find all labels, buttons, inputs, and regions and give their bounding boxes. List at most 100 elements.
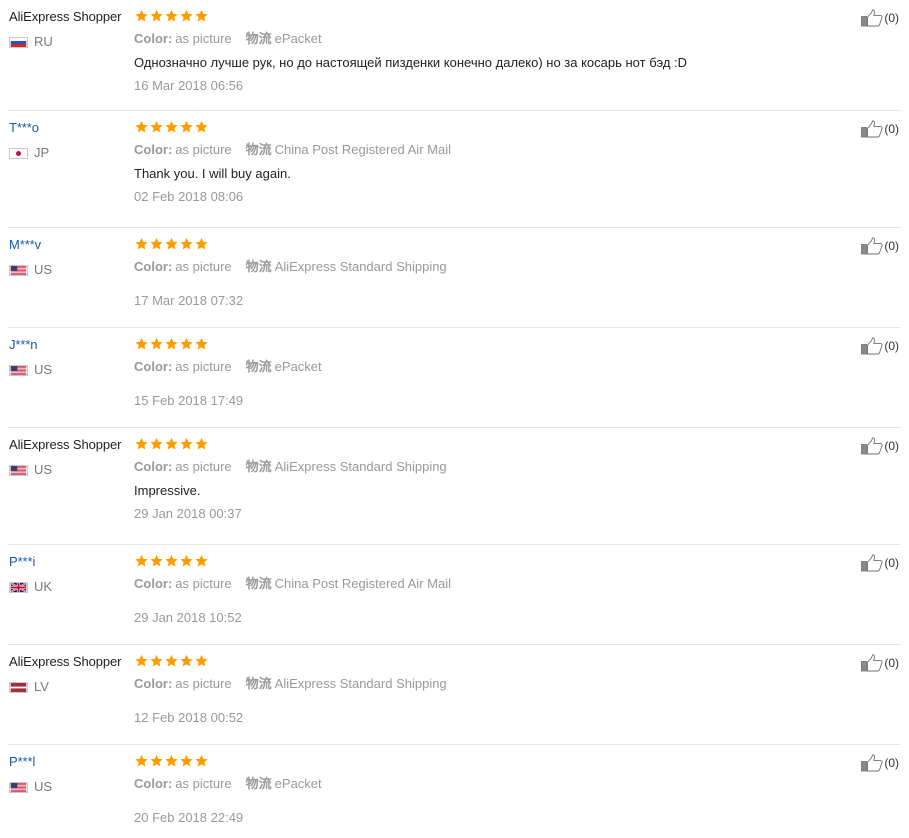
flag-uk-icon bbox=[9, 581, 28, 593]
flag-us-icon bbox=[9, 781, 28, 793]
reviewer-country: US bbox=[9, 363, 52, 377]
reviewer-country: LV bbox=[9, 680, 49, 694]
color-value: as picture bbox=[175, 776, 232, 791]
reviewer-name: P***i bbox=[9, 554, 36, 569]
star-icon bbox=[180, 554, 193, 567]
color-label: Color: bbox=[134, 31, 173, 46]
logistics-label: 物流 bbox=[245, 31, 272, 46]
logistics-value: ePacket bbox=[274, 359, 322, 374]
flag-us-icon bbox=[9, 464, 28, 476]
country-code: US bbox=[34, 262, 53, 277]
helpful-button[interactable]: (0) bbox=[861, 120, 899, 138]
star-icon bbox=[150, 337, 163, 350]
star-icon bbox=[180, 237, 193, 250]
helpful-count: (0) bbox=[884, 556, 899, 570]
thumbs-up-icon[interactable] bbox=[861, 654, 883, 672]
logistics-value: AliExpress Standard Shipping bbox=[274, 459, 447, 474]
color-value: as picture bbox=[175, 359, 232, 374]
review-item: M***v US Color: as picture 物流 AliExpress Stan… bbox=[8, 228, 901, 328]
reviewer-name: P***l bbox=[9, 754, 36, 769]
logistics-label: 物流 bbox=[245, 576, 272, 591]
star-icon bbox=[150, 654, 163, 667]
star-icon bbox=[165, 437, 178, 450]
color-label: Color: bbox=[134, 259, 173, 274]
star-rating bbox=[134, 654, 209, 668]
logistics-label: 物流 bbox=[245, 259, 272, 274]
thumbs-up-icon[interactable] bbox=[861, 437, 883, 455]
helpful-button[interactable]: (0) bbox=[861, 9, 899, 27]
thumbs-up-icon[interactable] bbox=[861, 754, 883, 772]
color-label: Color: bbox=[134, 142, 173, 157]
review-item: T***o JP Color: as picture 物流 China Post Regi… bbox=[8, 111, 901, 228]
star-icon bbox=[150, 120, 163, 133]
reviewer-country: US bbox=[9, 780, 52, 794]
country-code: RU bbox=[34, 34, 53, 49]
reviewer-country: US bbox=[9, 463, 52, 477]
color-value: as picture bbox=[175, 459, 232, 474]
helpful-button[interactable]: (0) bbox=[861, 437, 899, 455]
star-icon bbox=[135, 120, 148, 133]
review-item: AliExpress Shopper US Color: as picture 物流 Al… bbox=[8, 428, 901, 545]
star-icon bbox=[150, 437, 163, 450]
helpful-count: (0) bbox=[884, 439, 899, 453]
star-icon bbox=[135, 654, 148, 667]
logistics-label: 物流 bbox=[245, 776, 272, 791]
reviewer-name: AliExpress Shopper bbox=[9, 437, 122, 452]
star-icon bbox=[135, 337, 148, 350]
helpful-button[interactable]: (0) bbox=[861, 554, 899, 572]
review-item: AliExpress Shopper RU Color: as picture 物流 eP… bbox=[8, 0, 901, 111]
helpful-count: (0) bbox=[884, 11, 899, 25]
reviewer-name: M***v bbox=[9, 237, 42, 252]
flag-ru-icon bbox=[9, 36, 28, 48]
star-icon bbox=[195, 337, 208, 350]
color-label: Color: bbox=[134, 676, 173, 691]
thumbs-up-icon[interactable] bbox=[861, 120, 883, 138]
reviewer-country: US bbox=[9, 263, 52, 277]
star-icon bbox=[150, 237, 163, 250]
country-code: US bbox=[34, 462, 53, 477]
color-value: as picture bbox=[175, 142, 232, 157]
helpful-button[interactable]: (0) bbox=[861, 654, 899, 672]
review-comment: Thank you. I will buy again. bbox=[134, 166, 291, 181]
reviewer-country: JP bbox=[9, 146, 49, 160]
star-icon bbox=[180, 9, 193, 22]
helpful-button[interactable]: (0) bbox=[861, 237, 899, 255]
star-icon bbox=[195, 654, 208, 667]
thumbs-up-icon[interactable] bbox=[861, 9, 883, 27]
star-rating bbox=[134, 237, 209, 251]
star-icon bbox=[150, 754, 163, 767]
review-item: P***i UK Color: as picture 物流 China Post Regi… bbox=[8, 545, 901, 645]
star-icon bbox=[180, 120, 193, 133]
color-label: Color: bbox=[134, 776, 173, 791]
thumbs-up-icon[interactable] bbox=[861, 337, 883, 355]
order-info: Color: as picture 物流 China Post Registered … bbox=[134, 142, 451, 158]
color-value: as picture bbox=[175, 576, 232, 591]
review-comment: Однозначно лучше рук, но до настоящей пи… bbox=[134, 55, 688, 70]
review-date: 02 Feb 2018 08:06 bbox=[134, 189, 244, 204]
review-item: AliExpress Shopper LV Color: as picture 物流 Al… bbox=[8, 645, 901, 745]
helpful-count: (0) bbox=[884, 122, 899, 136]
thumbs-up-icon[interactable] bbox=[861, 554, 883, 572]
flag-us-icon bbox=[9, 264, 28, 276]
star-rating bbox=[134, 337, 209, 351]
order-info: Color: as picture 物流 China Post Registered … bbox=[134, 576, 451, 592]
star-icon bbox=[165, 654, 178, 667]
review-date: 16 Mar 2018 06:56 bbox=[134, 78, 244, 93]
star-icon bbox=[195, 237, 208, 250]
color-value: as picture bbox=[175, 676, 232, 691]
flag-us-icon bbox=[9, 364, 28, 376]
flag-lv-icon bbox=[9, 681, 28, 693]
country-code: LV bbox=[34, 679, 49, 694]
logistics-label: 物流 bbox=[245, 459, 272, 474]
thumbs-up-icon[interactable] bbox=[861, 237, 883, 255]
helpful-count: (0) bbox=[884, 756, 899, 770]
star-icon bbox=[165, 754, 178, 767]
color-label: Color: bbox=[134, 459, 173, 474]
logistics-value: China Post Registered Air Mail bbox=[274, 576, 451, 591]
helpful-count: (0) bbox=[884, 239, 899, 253]
logistics-value: AliExpress Standard Shipping bbox=[274, 259, 447, 274]
country-code: US bbox=[34, 779, 53, 794]
helpful-button[interactable]: (0) bbox=[861, 337, 899, 355]
helpful-button[interactable]: (0) bbox=[861, 754, 899, 772]
logistics-value: ePacket bbox=[274, 31, 322, 46]
